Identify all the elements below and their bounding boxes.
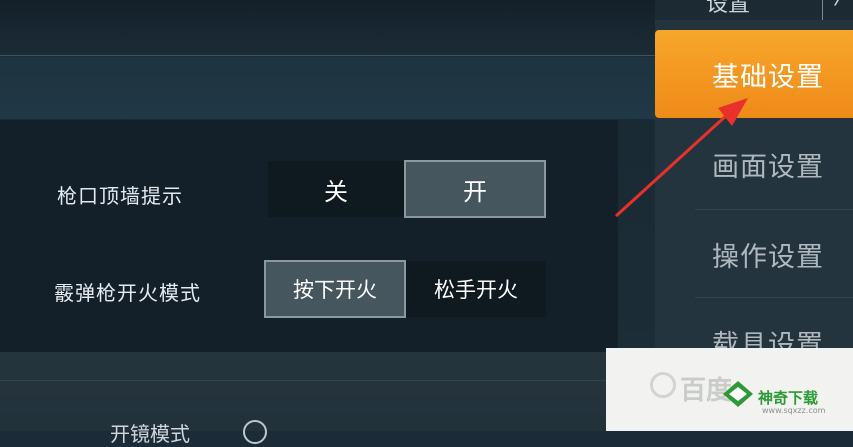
watermark-brand: 神奇下载 [758,389,819,407]
watermark-logo-icon [650,372,676,398]
watermark-badge-icon [723,381,753,407]
watermark-url: www.sqxzz.com [762,406,826,415]
